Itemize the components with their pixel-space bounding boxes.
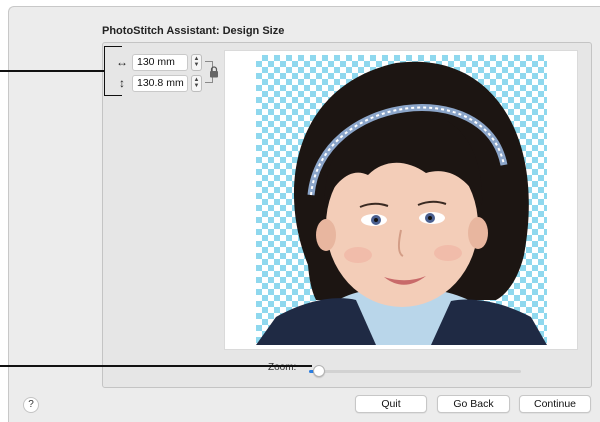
callout-line-size	[0, 70, 104, 72]
callout-line-zoom	[0, 365, 312, 367]
width-stepper[interactable]: ▲ ▼	[191, 53, 202, 71]
photo-preview	[256, 55, 547, 345]
height-field[interactable]: 130.8 mm	[132, 74, 188, 92]
stepper-down-icon[interactable]: ▼	[194, 83, 200, 89]
go-back-button[interactable]: Go Back	[437, 395, 510, 413]
zoom-label: Zoom:	[268, 362, 297, 373]
help-button[interactable]: ?	[23, 397, 39, 413]
zoom-slider-thumb[interactable]	[313, 365, 325, 377]
vertical-arrows-icon: ↕	[119, 76, 125, 90]
horizontal-arrows-icon: ↔	[116, 55, 128, 69]
width-field[interactable]: 130 mm	[132, 53, 188, 71]
stepper-down-icon[interactable]: ▼	[194, 62, 200, 68]
dialog-title: PhotoStitch Assistant: Design Size	[102, 25, 285, 37]
width-row: ↔ 130 mm ▲ ▼	[114, 53, 202, 71]
portrait-photo	[256, 61, 547, 345]
continue-button[interactable]: Continue	[519, 395, 591, 413]
zoom-slider-track[interactable]	[309, 370, 521, 373]
quit-button[interactable]: Quit	[355, 395, 427, 413]
lock-icon[interactable]	[209, 66, 219, 78]
height-row: ↕ 130.8 mm ▲ ▼	[114, 74, 202, 92]
height-stepper[interactable]: ▲ ▼	[191, 74, 202, 92]
